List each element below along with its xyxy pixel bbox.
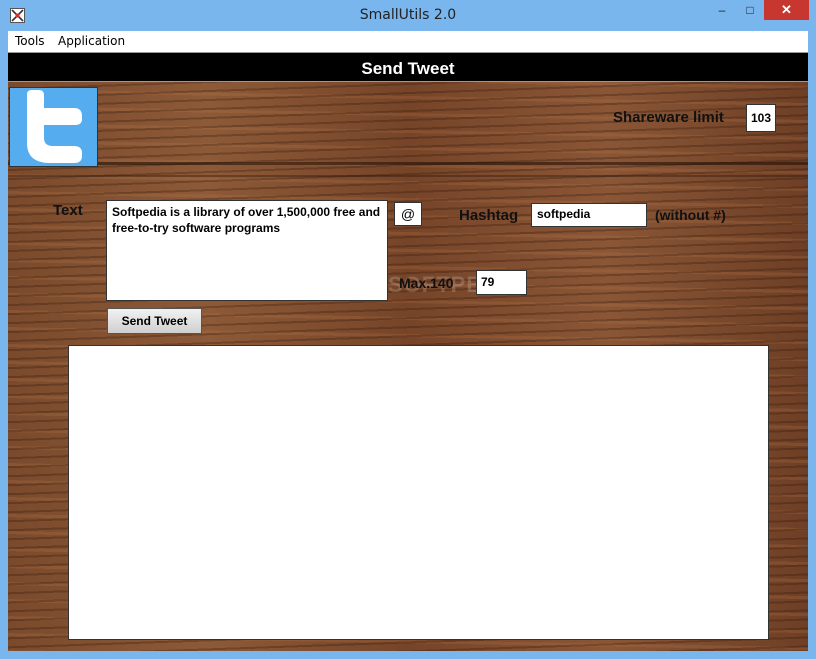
plank-divider (8, 162, 808, 165)
menu-item-tools[interactable]: Tools (15, 34, 45, 48)
shareware-limit-label: Shareware limit (613, 109, 724, 126)
close-button[interactable]: ✕ (764, 0, 809, 20)
minimize-button[interactable]: – (708, 0, 736, 20)
text-label: Text (53, 202, 83, 219)
menu-bar: Tools Application (8, 31, 808, 53)
maximize-button[interactable]: □ (736, 0, 764, 20)
window-title: SmallUtils 2.0 (359, 7, 457, 23)
app-window: SmallUtils 2.0 – □ ✕ Tools Application S… (0, 0, 816, 659)
max-chars-label: Max.140 (399, 275, 454, 291)
hashtag-hint: (without #) (655, 207, 726, 223)
tweet-text-input[interactable]: Softpedia is a library of over 1,500,000… (106, 200, 388, 301)
send-tweet-button[interactable]: Send Tweet (107, 308, 202, 334)
menu-item-application[interactable]: Application (58, 34, 125, 48)
title-bar[interactable]: SmallUtils 2.0 – □ ✕ (0, 0, 816, 31)
hashtag-label: Hashtag (459, 207, 519, 224)
main-panel: Send Tweet Shareware limit 103 Text Soft… (8, 52, 808, 651)
plank-divider (8, 175, 808, 177)
mention-button[interactable]: @ (394, 202, 422, 226)
output-area[interactable] (68, 345, 769, 640)
twitter-t-icon (27, 90, 82, 163)
char-count-field: 79 (476, 270, 527, 295)
page-title: Send Tweet (361, 59, 455, 78)
shareware-limit-value: 103 (746, 104, 776, 132)
twitter-logo (9, 87, 98, 167)
hashtag-input[interactable]: softpedia (531, 203, 647, 227)
header-bar: Send Tweet (8, 52, 808, 82)
